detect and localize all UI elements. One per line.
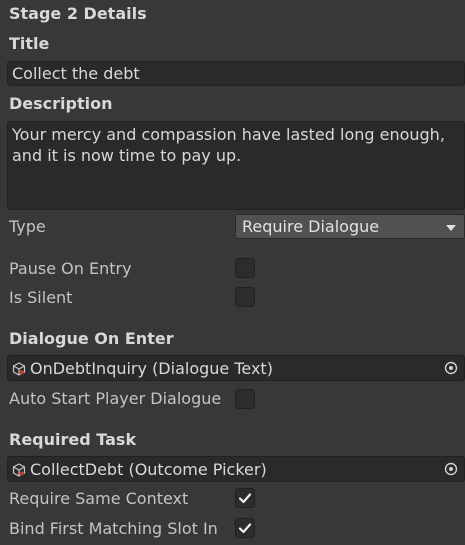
required-task-value: CollectDebt (Outcome Picker) [30, 460, 267, 479]
bind-first-matching-slot-label: Bind First Matching Slot In [9, 519, 218, 538]
stage-details-inspector: Stage 2 Details Title Collect the debt D… [0, 0, 465, 545]
dialogue-on-enter-label: Dialogue On Enter [9, 329, 174, 348]
description-label: Description [9, 94, 113, 113]
require-same-context-checkbox[interactable] [235, 488, 255, 508]
pause-on-entry-checkbox[interactable] [235, 258, 255, 278]
description-field[interactable]: Your mercy and compassion have lasted lo… [7, 121, 465, 210]
section-title: Stage 2 Details [9, 4, 147, 23]
title-field[interactable]: Collect the debt [7, 61, 465, 86]
title-label: Title [9, 34, 50, 53]
checkmark-icon [238, 523, 252, 534]
require-same-context-label: Require Same Context [9, 489, 189, 508]
object-picker-icon[interactable] [438, 457, 464, 481]
dialogue-on-enter-field[interactable]: OnDebtInquiry (Dialogue Text) [7, 355, 465, 381]
type-label: Type [9, 217, 46, 236]
bind-first-matching-slot-checkbox[interactable] [235, 518, 255, 538]
type-dropdown[interactable]: Require Dialogue [235, 214, 465, 239]
scriptable-object-icon [12, 361, 26, 380]
auto-start-player-dialogue-checkbox[interactable] [235, 389, 255, 409]
dialogue-on-enter-value: OnDebtInquiry (Dialogue Text) [30, 359, 273, 378]
is-silent-checkbox[interactable] [235, 287, 255, 307]
is-silent-label: Is Silent [9, 288, 73, 307]
type-dropdown-value: Require Dialogue [242, 217, 380, 236]
object-picker-icon[interactable] [438, 356, 464, 380]
auto-start-player-dialogue-label: Auto Start Player Dialogue [9, 389, 222, 408]
required-task-field[interactable]: CollectDebt (Outcome Picker) [7, 456, 465, 482]
checkmark-icon [238, 493, 252, 504]
pause-on-entry-label: Pause On Entry [9, 259, 132, 278]
required-task-label: Required Task [9, 430, 137, 449]
scriptable-object-icon [12, 462, 26, 481]
chevron-down-icon [446, 225, 456, 231]
